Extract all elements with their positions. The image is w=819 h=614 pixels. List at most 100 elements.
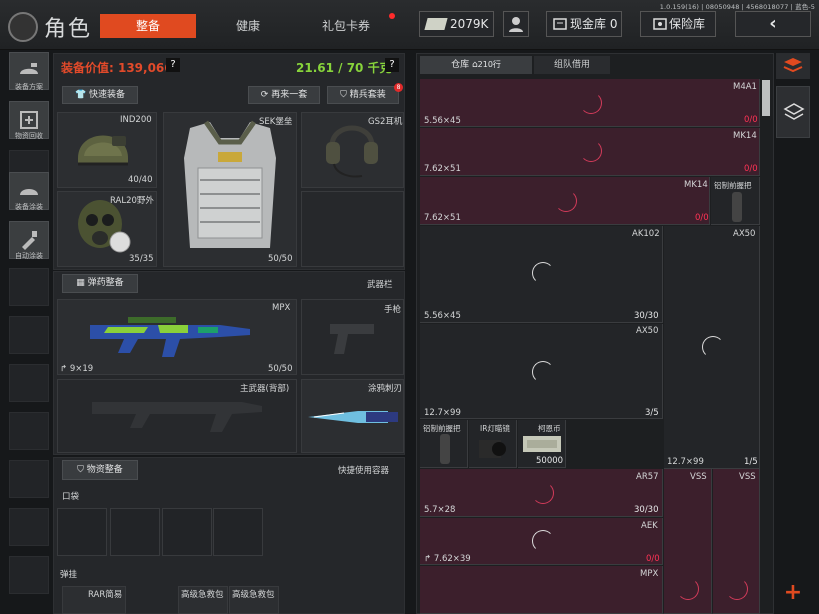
item-name: MK14 (684, 180, 708, 190)
item-caliber-text: 7.62×39 (433, 554, 471, 564)
tab-warehouse[interactable]: 仓库 ⌂210行 (420, 56, 532, 74)
item-caliber: ↱ 7.62×39 (424, 554, 471, 564)
pocket-slot[interactable] (110, 508, 160, 556)
helmet-plan-icon (20, 63, 38, 74)
ammo-prep-label: 弹药整备 (87, 278, 124, 288)
mask-name: RAL20野外 (110, 196, 154, 206)
rig-name: RAR简易 (88, 590, 123, 600)
supply-prep-button[interactable]: ⛉ 物资整备 (62, 460, 138, 480)
vest-icon (184, 120, 276, 248)
item-count: 1/5 (744, 457, 758, 467)
ir-scope-icon (479, 440, 506, 458)
sort-stack-icon (783, 58, 803, 73)
item-caliber: 5.7×28 (424, 505, 456, 515)
helmet-icon (78, 135, 128, 166)
item-name: IR灯瞄镜 (480, 424, 510, 433)
primary-caliber-text: 9×19 (69, 364, 94, 374)
sidebar-empty-slot (9, 556, 49, 594)
sidebar-empty-slot (9, 364, 49, 402)
tab-health[interactable]: 健康 (205, 14, 291, 38)
item-name: AR57 (636, 472, 659, 482)
sidebar-empty-slot (9, 508, 49, 546)
sort-button[interactable] (776, 53, 810, 79)
sidebar-label-plan: 装备方案 (15, 83, 43, 91)
brush-icon (22, 231, 37, 250)
primary-caliber: ↱ 9×19 (60, 364, 93, 374)
weight-help-icon[interactable]: ? (385, 58, 399, 72)
tab-equipment[interactable]: 整备 (100, 14, 196, 38)
item-count: 0/0 (695, 213, 709, 223)
quick-equip-label: 快速装备 (89, 90, 126, 100)
pistol-icon (330, 324, 374, 354)
again-set-button[interactable]: ⟳ 再来一套 (248, 86, 320, 104)
pistol-label: 手枪 (384, 305, 402, 315)
elite-set-button[interactable]: ⛉ 精兵套装 (327, 86, 399, 104)
item-name: M4A1 (733, 82, 757, 92)
layers-button[interactable] (776, 86, 810, 138)
pocket-slot[interactable] (57, 508, 107, 556)
tab-gift-cards[interactable]: 礼包卡券 (298, 14, 394, 38)
loading-spinner-icon (580, 92, 602, 114)
helmet-name: IND200 (120, 115, 152, 125)
empty-gear-slot[interactable] (301, 191, 404, 267)
tab-team-borrow[interactable]: 组队借用 (534, 56, 610, 74)
elite-badge: 8 (394, 83, 403, 92)
knife-name: 涂鸦刺刃 (368, 384, 403, 394)
again-set-label: 再来一套 (271, 90, 308, 100)
item-caliber: 7.62×51 (424, 164, 461, 174)
refresh-icon: ⟳ (260, 90, 272, 100)
item-name: AX50 (733, 229, 756, 239)
item-name: MK14 (733, 131, 757, 141)
item-count: 30/30 (634, 311, 659, 321)
scrollbar-thumb[interactable] (762, 80, 770, 116)
sidebar-label-skin: 装备涂装 (15, 203, 43, 211)
item-name: VSS (690, 472, 707, 482)
loading-spinner-icon (726, 578, 748, 600)
vault-label: 现金库 0 (570, 17, 618, 31)
safe-icon (653, 18, 667, 30)
add-button[interactable]: + (776, 580, 810, 608)
help-icon[interactable]: ? (166, 58, 180, 72)
version-text: 1.0.159(16) | 08050948 | 4568018077 | 蓝色… (659, 3, 815, 11)
item-count: 0/0 (744, 164, 758, 174)
pocket-slot[interactable] (162, 508, 212, 556)
avatar-button[interactable] (503, 11, 529, 37)
pocket-slot[interactable] (213, 508, 263, 556)
rifle-silhouette-icon (92, 402, 262, 432)
primary-weapon-name: MPX (272, 303, 291, 313)
back-button[interactable]: ‹ (735, 11, 811, 37)
weight-value: 21.61 / 70 千克 (296, 61, 392, 75)
back-weapon-label: 主武器(背部) (240, 384, 290, 394)
recycle-icon (20, 111, 38, 129)
mpx-rifle-icon (90, 317, 250, 357)
rig-label: 弹挂 (60, 570, 78, 580)
cash-vault-button[interactable]: 现金库 0 (546, 11, 622, 37)
soldier-icon (509, 17, 523, 32)
helmet-skin-icon (20, 189, 38, 195)
mask-durability: 35/35 (129, 254, 154, 264)
item-count: 0/0 (744, 115, 758, 125)
item-caliber: 5.56×45 (424, 116, 461, 126)
item-name: AEK (641, 521, 658, 531)
medkit-name: 高级急救包 (232, 590, 275, 600)
item-count: 30/30 (634, 505, 659, 515)
loading-spinner-icon (532, 482, 554, 504)
sidebar-empty-slot (9, 316, 49, 354)
elite-set-label: 精兵套装 (349, 90, 386, 100)
loading-spinner-icon (532, 361, 554, 383)
sidebar-label-auto-skin: 自动涂装 (15, 252, 43, 260)
safe-button[interactable]: 保险库 (640, 11, 716, 37)
item-caliber: 12.7×99 (667, 457, 704, 467)
item-cell[interactable] (420, 566, 663, 614)
ammo-prep-button[interactable]: ▦ 弹药整备 (62, 274, 138, 293)
medkit-name: 高级急救包 (181, 590, 224, 600)
quick-equip-button[interactable]: 👕 快速装备 (62, 86, 138, 104)
vest-durability: 50/50 (268, 254, 293, 264)
item-count: 50000 (536, 456, 564, 466)
primary-ammo-count: 50/50 (268, 364, 293, 374)
loading-spinner-icon (677, 578, 699, 600)
shirt-icon: 👕 (74, 90, 90, 100)
item-name: 铝制前握把 (423, 424, 461, 433)
item-name: AK102 (632, 229, 660, 239)
cash-display[interactable]: 2079K (419, 11, 494, 37)
